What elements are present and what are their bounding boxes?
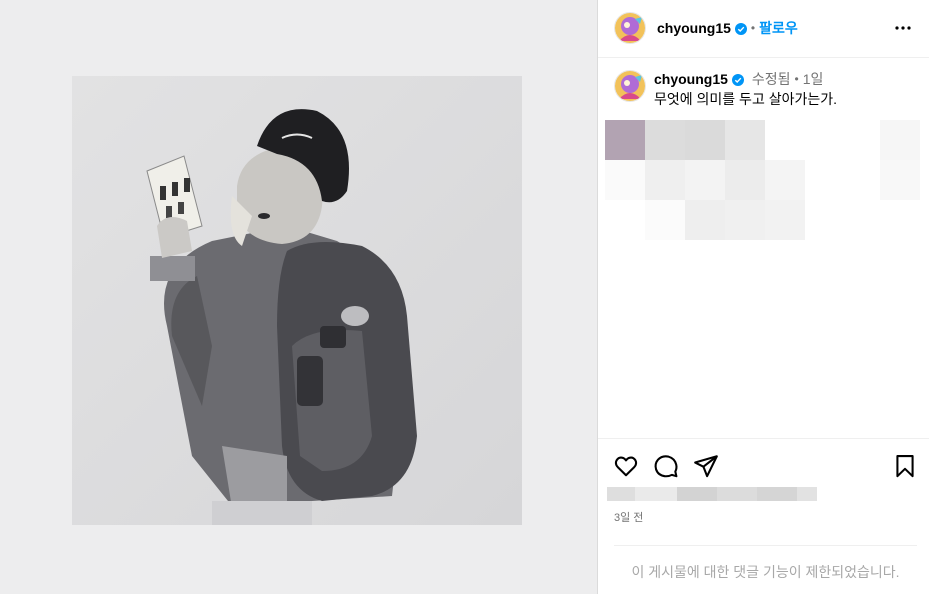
send-icon[interactable] bbox=[693, 453, 719, 479]
verified-badge-icon bbox=[734, 22, 747, 35]
heart-icon[interactable] bbox=[613, 453, 639, 479]
header-separator: • bbox=[750, 21, 756, 35]
follow-button[interactable]: 팔로우 bbox=[759, 18, 798, 38]
post-photo-image bbox=[72, 76, 522, 525]
verified-badge-icon bbox=[731, 73, 744, 86]
post-sidebar: chyoung15 • 팔로우 chyoung15 수정됨 • 1일 무엇에 의… bbox=[598, 0, 929, 594]
caption-username[interactable]: chyoung15 bbox=[654, 71, 728, 87]
caption-text: 무엇에 의미를 두고 살아가는가. bbox=[654, 91, 837, 107]
post-date[interactable]: 3일 전 bbox=[614, 509, 643, 525]
more-horizontal-icon[interactable] bbox=[891, 16, 915, 40]
avatar[interactable] bbox=[614, 12, 646, 44]
comment-icon[interactable] bbox=[653, 453, 679, 479]
post-media-pane bbox=[0, 0, 597, 594]
post-photo[interactable] bbox=[72, 76, 522, 525]
post-header: chyoung15 • 팔로우 bbox=[598, 0, 929, 58]
post-actions: 3일 전 이 게시물에 대한 댓글 기능이 제한되었습니다. bbox=[598, 438, 929, 595]
header-username[interactable]: chyoung15 bbox=[657, 20, 731, 36]
bookmark-icon[interactable] bbox=[892, 453, 918, 479]
caption-time[interactable]: 1일 bbox=[803, 69, 824, 89]
avatar-image bbox=[615, 71, 645, 101]
avatar-image bbox=[615, 13, 645, 43]
caption-meta-row: chyoung15 수정됨 • 1일 bbox=[654, 69, 823, 89]
caption-separator: • bbox=[794, 72, 799, 86]
header-user-row: chyoung15 • 팔로우 bbox=[657, 18, 798, 38]
edited-label: 수정됨 bbox=[751, 71, 791, 87]
caption-avatar[interactable] bbox=[614, 70, 646, 102]
comments-disabled-notice: 이 게시물에 대한 댓글 기능이 제한되었습니다. bbox=[614, 545, 917, 595]
